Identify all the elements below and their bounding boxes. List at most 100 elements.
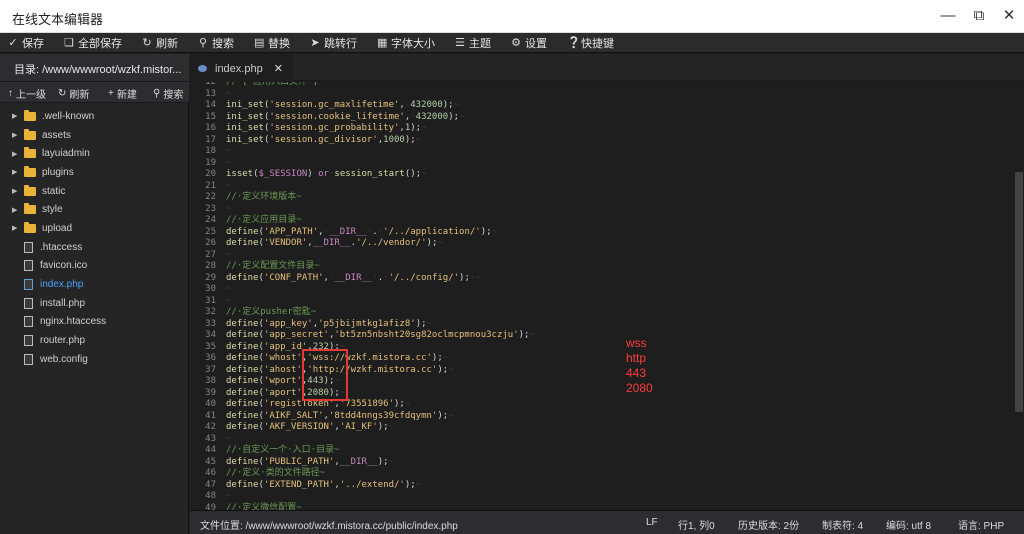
chevron-right-icon: ▶: [12, 150, 18, 158]
annotation-note: 443: [626, 366, 647, 380]
tree-folder[interactable]: ▶ .well-known: [0, 107, 189, 126]
tree-folder[interactable]: ▶ plugins: [0, 163, 189, 182]
code-line: define('APP_PATH',·__DIR__·.·'/../applic…: [226, 226, 497, 237]
code-line: ~: [226, 203, 232, 214]
file-tree: ▶ .well-known ▶ assets ▶ layuiadmin ▶ plugin…: [0, 107, 189, 369]
line-number: 15: [205, 111, 216, 122]
line-number: 39: [205, 387, 216, 398]
font-size-button[interactable]: ▦ 字体大小: [377, 35, 435, 51]
tab-size[interactable]: 制表符: 4: [822, 517, 863, 532]
chevron-right-icon: ▶: [12, 225, 18, 233]
chevron-right-icon: ▶: [12, 169, 18, 177]
language[interactable]: 语言: PHP: [958, 517, 1004, 532]
line-number: 28: [205, 261, 216, 271]
tree-file[interactable]: router.php: [0, 331, 189, 350]
code-editor[interactable]: 12 13 14 15 16 17 18 19 20 21 22 23 24 25 26 27 28 29 30 31…: [190, 82, 1013, 510]
close-icon[interactable]: ✕: [997, 6, 1021, 26]
encoding[interactable]: 编码: utf 8: [886, 517, 931, 532]
vertical-scrollbar[interactable]: [1013, 82, 1024, 510]
tree-folder[interactable]: ▶ upload: [0, 219, 189, 238]
tree-file[interactable]: nginx.htaccess: [0, 313, 189, 332]
folder-icon: [24, 147, 36, 159]
cursor-position[interactable]: 行1, 列0: [678, 517, 715, 532]
annotation-note: http: [626, 351, 647, 365]
code-line: //·定义pusher密匙~: [226, 307, 317, 317]
sidebar-actions: ↑ 上一级 ↻ 刷新 + 新建 ⚲ 搜索: [0, 81, 189, 103]
refresh-button[interactable]: ↻ 刷新: [142, 35, 178, 51]
chevron-right-icon: ▶: [12, 206, 18, 214]
directory-label: 目录: /www/wwwroot/wzkf.mistor...: [0, 54, 189, 81]
replace-button[interactable]: ▤ 替换: [254, 35, 290, 51]
line-number: 31: [205, 295, 216, 306]
tree-file[interactable]: install.php: [0, 294, 189, 313]
highlight-box: [302, 349, 348, 401]
tree-folder[interactable]: ▶ layuiadmin: [0, 144, 189, 163]
line-number: 41: [205, 410, 216, 421]
goto-line-button[interactable]: ➤ 跳转行: [310, 35, 357, 51]
line-number: 14: [205, 100, 216, 110]
code-line: ~: [226, 249, 232, 260]
file-icon: [24, 241, 33, 253]
theme-icon: ☰: [455, 37, 465, 49]
history-versions[interactable]: 历史版本: 2份: [738, 517, 799, 532]
line-number: 44: [205, 445, 216, 455]
code-line: ~: [226, 491, 232, 501]
tree-folder[interactable]: ▶ style: [0, 200, 189, 219]
code-line: define('PUBLIC_PATH',__DIR__);~: [226, 456, 395, 467]
toolbar: ✓ 保存 ❏ 全部保存 ↻ 刷新 ⚲ 搜索 ▤ 替换 ➤ 跳转行 ▦ 字体大小 ☰ 主题 ⚙ 设置…: [0, 33, 1024, 53]
tree-file[interactable]: web.config: [0, 350, 189, 369]
maximize-icon[interactable]: ⧉: [967, 6, 991, 26]
copy-icon: ❏: [64, 37, 74, 49]
code-line: define('AIKF_SALT','8tdd4nngs39cfdqymn')…: [226, 410, 454, 421]
help-icon: ❔: [567, 37, 581, 49]
code-line: ~: [226, 295, 232, 306]
save-all-button[interactable]: ❏ 全部保存: [64, 35, 122, 51]
chevron-right-icon: ▶: [12, 132, 18, 140]
title-bar: 在线文本编辑器 — ⧉ ✕: [0, 0, 1024, 33]
check-icon: ✓: [8, 37, 18, 49]
tree-folder[interactable]: ▶ static: [0, 182, 189, 201]
code-line: ini_set('session.cookie_lifetime',·43200…: [226, 111, 465, 122]
code-line: define('EXTEND_PATH','../extend/');~: [226, 479, 422, 490]
sidebar-search-button[interactable]: ⚲ 搜索: [153, 86, 183, 101]
line-ending[interactable]: LF: [646, 517, 658, 528]
line-number: 35: [205, 341, 216, 352]
file-icon: [24, 260, 33, 272]
settings-button[interactable]: ⚙ 设置: [511, 35, 547, 51]
theme-button[interactable]: ☰ 主题: [455, 35, 491, 51]
sidebar-refresh-button[interactable]: ↻ 刷新: [58, 86, 89, 101]
php-file-icon: [198, 65, 207, 72]
search-button[interactable]: ⚲ 搜索: [198, 35, 234, 51]
tab-close-icon[interactable]: ✕: [274, 62, 283, 75]
tree-file[interactable]: favicon.ico: [0, 257, 189, 276]
line-number: 22: [205, 192, 216, 202]
code-line: //·定义应用目录~: [226, 215, 302, 225]
code-line: ini_set('session.gc_maxlifetime',·432000…: [226, 100, 460, 110]
new-file-button[interactable]: + 新建: [108, 86, 137, 101]
refresh-icon: ↻: [58, 88, 67, 99]
file-icon: [24, 335, 33, 347]
tree-file-active[interactable]: index.php: [0, 275, 189, 294]
line-number: 26: [205, 238, 216, 248]
up-level-button[interactable]: ↑ 上一级: [8, 86, 46, 101]
save-button[interactable]: ✓ 保存: [8, 35, 44, 51]
gear-icon: ⚙: [511, 37, 521, 49]
line-number: 17: [205, 134, 216, 145]
tree-folder[interactable]: ▶ assets: [0, 126, 189, 145]
file-icon: [24, 316, 33, 328]
code-line: ini_set('session.gc_divisor',1000);~: [226, 134, 422, 145]
file-icon: [24, 279, 33, 291]
tree-file[interactable]: .htaccess: [0, 238, 189, 257]
plus-icon: +: [108, 88, 114, 99]
shortcuts-button[interactable]: ❔ 快捷键: [567, 35, 614, 51]
code-line: define('app_secret','bt5zn5nbsht20sg82oc…: [226, 330, 535, 340]
line-number: 37: [205, 364, 216, 375]
line-number: 46: [205, 468, 216, 478]
code-line: define('VENDOR',__DIR__.'/../vendor/');~: [226, 238, 443, 248]
goto-icon: ➤: [310, 37, 320, 49]
scrollbar-thumb[interactable]: [1015, 172, 1023, 412]
tab-index-php[interactable]: index.php ✕: [190, 54, 293, 81]
line-number: 38: [205, 376, 216, 386]
minimize-icon[interactable]: —: [936, 6, 960, 26]
refresh-icon: ↻: [142, 37, 152, 49]
